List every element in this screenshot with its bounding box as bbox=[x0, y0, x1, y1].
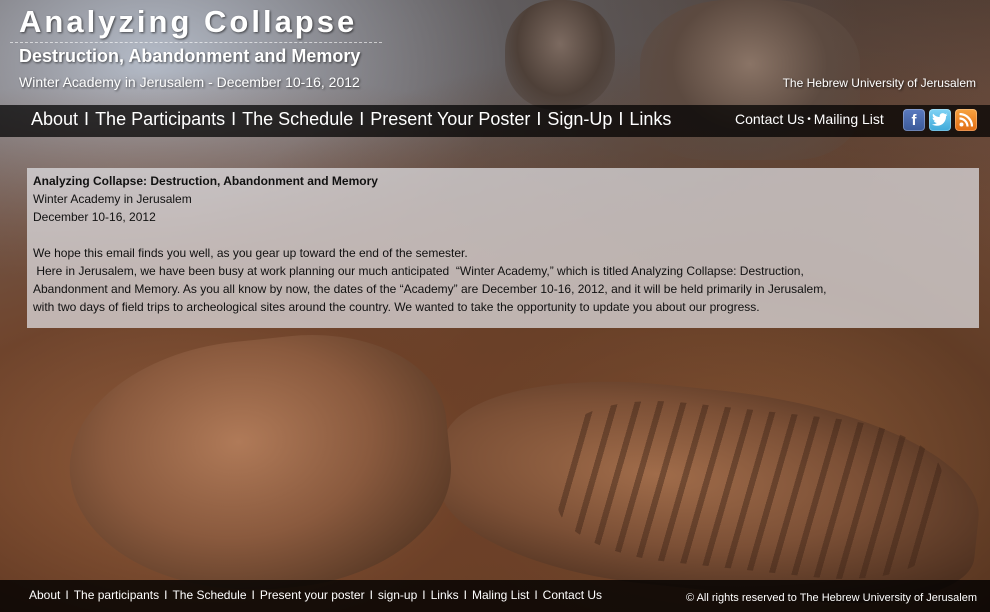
footer-separator: I bbox=[164, 588, 168, 602]
contact-us-link[interactable]: Contact Us bbox=[735, 111, 804, 127]
background-statue-shape bbox=[57, 320, 463, 610]
nav-link-links[interactable]: Links bbox=[629, 109, 671, 130]
title-divider bbox=[10, 42, 382, 43]
footer-link-sign-up[interactable]: sign-up bbox=[378, 588, 417, 602]
footer-link-about[interactable]: About bbox=[29, 588, 60, 602]
main-nav: About I The Participants I The Schedule … bbox=[31, 109, 671, 130]
announcement-dates: December 10-16, 2012 bbox=[33, 210, 156, 224]
nav-link-present-poster[interactable]: Present Your Poster bbox=[370, 109, 530, 130]
site-tagline: Winter Academy in Jerusalem - December 1… bbox=[19, 74, 360, 90]
announcement-box: Analyzing Collapse: Destruction, Abandon… bbox=[27, 168, 979, 328]
footer-link-links[interactable]: Links bbox=[431, 588, 459, 602]
nav-separator: I bbox=[536, 109, 542, 129]
footer-link-schedule[interactable]: The Schedule bbox=[172, 588, 246, 602]
utility-nav: Contact Us • Mailing List bbox=[735, 111, 884, 127]
footer-separator: I bbox=[65, 588, 69, 602]
page: Analyzing Collapse Destruction, Abandonm… bbox=[0, 0, 990, 612]
utility-separator: • bbox=[807, 113, 811, 125]
university-name[interactable]: The Hebrew University of Jerusalem bbox=[783, 76, 976, 90]
mailing-list-link[interactable]: Mailing List bbox=[814, 111, 884, 127]
announcement-paragraph: Here in Jerusalem, we have been busy at … bbox=[33, 264, 804, 278]
nav-separator: I bbox=[618, 109, 624, 129]
footer-nav: About I The participants I The Schedule … bbox=[29, 588, 602, 602]
rss-icon[interactable] bbox=[955, 109, 977, 131]
footer-link-participants[interactable]: The participants bbox=[74, 588, 159, 602]
nav-link-participants[interactable]: The Participants bbox=[95, 109, 225, 130]
footer-link-mailing-list[interactable]: Maling List bbox=[472, 588, 529, 602]
footer-link-present-poster[interactable]: Present your poster bbox=[260, 588, 365, 602]
announcement-paragraph: We hope this email finds you well, as yo… bbox=[33, 246, 468, 260]
nav-separator: I bbox=[84, 109, 90, 129]
nav-separator: I bbox=[231, 109, 237, 129]
nav-separator: I bbox=[359, 109, 365, 129]
twitter-bird-icon bbox=[932, 113, 948, 126]
background-statue-shape bbox=[552, 390, 948, 590]
site-header: Analyzing Collapse Destruction, Abandonm… bbox=[0, 0, 990, 105]
footer-separator: I bbox=[369, 588, 373, 602]
site-footer: About I The participants I The Schedule … bbox=[0, 580, 990, 612]
nav-link-schedule[interactable]: The Schedule bbox=[242, 109, 353, 130]
footer-separator: I bbox=[251, 588, 255, 602]
footer-link-contact-us[interactable]: Contact Us bbox=[543, 588, 602, 602]
announcement-paragraph: Abandonment and Memory. As you all know … bbox=[33, 282, 827, 296]
main-navbar: About I The Participants I The Schedule … bbox=[0, 105, 990, 137]
twitter-icon[interactable] bbox=[929, 109, 951, 131]
nav-link-about[interactable]: About bbox=[31, 109, 78, 130]
facebook-icon[interactable]: f bbox=[903, 109, 925, 131]
announcement-paragraph: with two days of field trips to archeolo… bbox=[33, 300, 760, 314]
footer-separator: I bbox=[534, 588, 538, 602]
footer-separator: I bbox=[463, 588, 467, 602]
site-subtitle: Destruction, Abandonment and Memory bbox=[19, 46, 361, 66]
announcement-heading: Analyzing Collapse: Destruction, Abandon… bbox=[33, 174, 378, 188]
announcement-subtitle: Winter Academy in Jerusalem bbox=[33, 192, 192, 206]
nav-link-sign-up[interactable]: Sign-Up bbox=[547, 109, 612, 130]
footer-separator: I bbox=[422, 588, 426, 602]
social-links: f bbox=[903, 109, 977, 131]
background-statue-shape bbox=[431, 362, 989, 612]
rss-feed-icon bbox=[959, 113, 973, 127]
site-title: Analyzing Collapse bbox=[19, 4, 358, 39]
copyright-notice: © All rights reserved to The Hebrew Univ… bbox=[686, 592, 977, 604]
